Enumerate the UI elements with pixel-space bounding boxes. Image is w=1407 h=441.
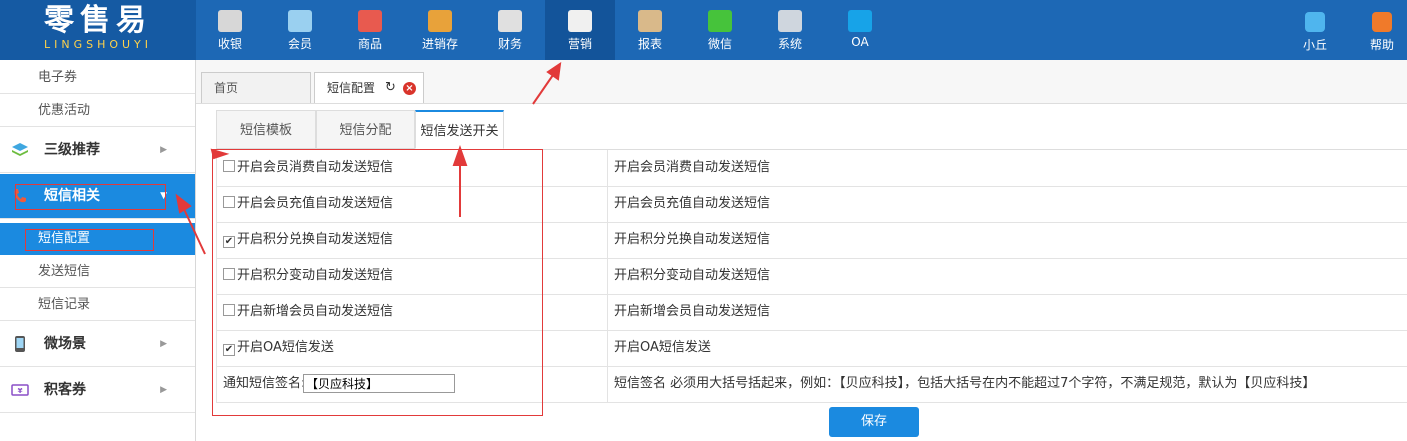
nav-item[interactable]: OA [825,0,895,60]
nav-label: 营销 [567,37,592,51]
sidebar-group-label: 三级推荐 [44,142,100,158]
mobile-icon [15,336,25,352]
setting-description: 开启会员消费自动发送短信 [614,160,771,175]
nav-label: 会员 [287,37,312,51]
sidebar-group-recommend[interactable]: 三级推荐 ▶ [0,128,195,173]
inventory-icon [428,10,452,32]
svg-text:¥: ¥ [18,387,23,395]
nav-item[interactable]: 财务 [475,0,545,60]
chevron-right-icon: ▶ [160,385,167,395]
sidebar-item-sms-records[interactable]: 短信记录 [0,289,195,321]
nav-label: 收银 [217,37,242,51]
megaphone-icon [568,10,592,32]
tab-home[interactable]: 首页 [201,72,311,103]
nav-item[interactable]: 会员 [265,0,335,60]
sidebar-item-send-sms[interactable]: 发送短信 [0,256,195,288]
setting-description: 开启会员充值自动发送短信 [614,196,771,211]
help-label: 帮助 [1369,38,1394,52]
sidebar-group-coupon[interactable]: ¥ 积客券 ▶ [0,368,195,413]
logo-subtext: LINGSHOUYI [43,38,153,51]
user-name: 小丘 [1302,38,1327,52]
wechat-icon [708,10,732,32]
ticket-icon: ¥ [11,384,29,396]
annotation-box [15,184,166,210]
sidebar-group-label: 积客券 [44,382,86,398]
nav-label: 微信 [707,37,732,51]
sidebar-group-micro-scene[interactable]: 微场景 ▶ [0,322,195,367]
signature-description: 短信签名 必须用大括号括起来，例如：【贝应科技】，包括大括号在内不能超过7个字符… [614,376,1316,391]
top-bar: 零售易 LINGSHOUYI 收银 会员 商品 进销存 财务 营销 报表 微信 系统 OA 小丘 … [0,0,1407,60]
close-icon[interactable]: × [403,82,416,95]
user-menu[interactable]: 小丘 [1290,0,1340,60]
subtab-sms-switch[interactable]: 短信发送开关 [415,110,504,149]
refresh-icon[interactable]: ↻ [385,73,396,103]
logo-text: 零售易 [44,3,152,38]
nav-item[interactable]: 收银 [195,0,265,60]
nav-label: 报表 [637,37,662,51]
sidebar-group-label: 微场景 [44,336,86,352]
nav-item[interactable]: 营销 [545,0,615,60]
help-button[interactable]: 帮助 [1357,0,1407,60]
subtab-sms-allocation[interactable]: 短信分配 [316,110,415,149]
chevron-right-icon: ▶ [160,145,167,155]
setting-description: 开启新增会员自动发送短信 [614,304,771,319]
subtab-sms-template[interactable]: 短信模板 [216,110,316,149]
user-icon [1305,12,1325,32]
chevron-right-icon: ▶ [160,339,167,349]
sidebar-item-e-coupon[interactable]: 电子券 [0,62,195,94]
nav-label: 系统 [777,37,802,51]
nav-item[interactable]: 微信 [685,0,755,60]
nav-item[interactable]: 系统 [755,0,825,60]
setting-description: 开启OA短信发送 [614,340,711,355]
nav-item[interactable]: 报表 [615,0,685,60]
monitor-icon [778,10,802,32]
nav-label: 财务 [497,37,522,51]
nav-label: 进销存 [421,37,458,51]
bell-icon [1372,12,1392,32]
nav-label: 商品 [357,37,382,51]
annotation-box [212,149,543,416]
sidebar-item-promotions[interactable]: 优惠活动 [0,95,195,127]
nav-item[interactable]: 进销存 [405,0,475,60]
annotation-box [25,229,154,251]
nav-item[interactable]: 商品 [335,0,405,60]
goods-icon [358,10,382,32]
save-button[interactable]: 保存 [829,407,919,437]
report-icon [638,10,662,32]
oa-icon [848,10,872,32]
setting-description: 开启积分变动自动发送短信 [614,268,771,283]
nav-label: OA [851,35,869,49]
setting-description: 开启积分兑换自动发送短信 [614,232,771,247]
member-icon [288,10,312,32]
layers-icon [12,143,28,156]
page-tab-bar: 首页 短信配置 ↻ × [196,60,1407,104]
finance-icon [498,10,522,32]
cash-register-icon [218,10,242,32]
app-logo: 零售易 LINGSHOUYI [0,0,196,60]
tab-sms-config[interactable]: 短信配置 ↻ × [314,72,424,103]
